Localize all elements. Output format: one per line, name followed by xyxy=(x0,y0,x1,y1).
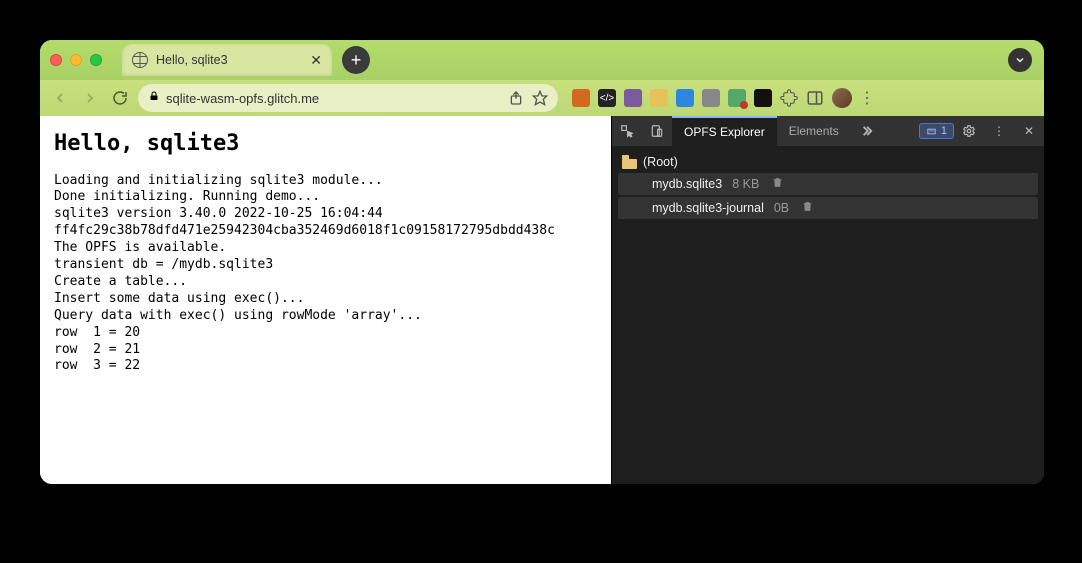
chrome-menu-button[interactable]: ⋮ xyxy=(860,88,874,108)
opfs-file-name: mydb.sqlite3-journal xyxy=(652,201,764,215)
window-zoom-button[interactable] xyxy=(90,54,102,66)
folder-icon xyxy=(622,154,637,169)
devtools-close-icon[interactable]: ✕ xyxy=(1014,116,1044,146)
extension-icon[interactable] xyxy=(702,89,720,107)
extension-icon[interactable] xyxy=(754,89,772,107)
reload-button[interactable] xyxy=(108,86,132,110)
page-viewport: Hello, sqlite3 Loading and initializing … xyxy=(40,116,611,484)
opfs-file-row[interactable]: mydb.sqlite3 8 KB xyxy=(618,173,1038,195)
extension-icon[interactable] xyxy=(650,89,668,107)
favicon-globe-icon xyxy=(132,52,148,68)
toolbar: sqlite-wasm-opfs.glitch.me </> xyxy=(40,80,1044,116)
opfs-file-name: mydb.sqlite3 xyxy=(652,177,722,191)
opfs-file-size: 8 KB xyxy=(732,177,759,191)
page-heading: Hello, sqlite3 xyxy=(54,130,597,159)
devtools-tab-opfs-explorer[interactable]: OPFS Explorer xyxy=(672,116,777,146)
new-tab-button[interactable]: + xyxy=(342,46,370,74)
profile-avatar[interactable] xyxy=(832,88,852,108)
devtools-device-icon[interactable] xyxy=(642,116,672,146)
lock-icon xyxy=(148,89,160,107)
opfs-tree: (Root) mydb.sqlite3 8 KB mydb.sqlite3-jour… xyxy=(612,146,1044,484)
delete-file-icon[interactable] xyxy=(771,176,784,192)
extension-icon[interactable] xyxy=(676,89,694,107)
window-minimize-button[interactable] xyxy=(70,54,82,66)
devtools-tab-elements[interactable]: Elements xyxy=(777,116,851,146)
extensions-puzzle-icon[interactable] xyxy=(780,89,798,107)
nav-back-button[interactable] xyxy=(48,86,72,110)
devtools-more-tabs-icon[interactable] xyxy=(851,116,881,146)
tab-title: Hello, sqlite3 xyxy=(156,53,302,67)
devtools-settings-icon[interactable] xyxy=(954,116,984,146)
extension-icon[interactable] xyxy=(624,89,642,107)
share-icon[interactable] xyxy=(508,90,524,106)
extension-icon[interactable] xyxy=(572,89,590,107)
bookmark-star-icon[interactable] xyxy=(532,90,548,106)
window-close-button[interactable] xyxy=(50,54,62,66)
address-bar[interactable]: sqlite-wasm-opfs.glitch.me xyxy=(138,84,558,112)
devtools-panel: OPFS Explorer Elements 1 ⋮ ✕ xyxy=(611,116,1044,484)
tab-overflow-button[interactable] xyxy=(1008,48,1032,72)
address-url: sqlite-wasm-opfs.glitch.me xyxy=(166,91,502,106)
extension-icon[interactable] xyxy=(728,89,746,107)
window-controls xyxy=(50,54,102,66)
tab-close-button[interactable]: ✕ xyxy=(310,52,322,69)
opfs-root-label: (Root) xyxy=(643,155,678,169)
extensions-row: </> ⋮ xyxy=(572,88,874,108)
opfs-file-row[interactable]: mydb.sqlite3-journal 0B xyxy=(618,197,1038,219)
devtools-menu-icon[interactable]: ⋮ xyxy=(984,116,1014,146)
tab-strip: Hello, sqlite3 ✕ + xyxy=(40,40,1044,80)
content-area: Hello, sqlite3 Loading and initializing … xyxy=(40,116,1044,484)
browser-window: Hello, sqlite3 ✕ + sqlite-wasm-opfs.glit… xyxy=(40,40,1044,484)
issue-count: 1 xyxy=(941,125,947,137)
delete-file-icon[interactable] xyxy=(801,200,814,216)
browser-tab[interactable]: Hello, sqlite3 ✕ xyxy=(122,44,332,76)
devtools-issue-badge[interactable]: 1 xyxy=(919,123,954,139)
opfs-root-row[interactable]: (Root) xyxy=(618,152,1038,171)
opfs-file-size: 0B xyxy=(774,201,789,215)
nav-forward-button[interactable] xyxy=(78,86,102,110)
devtools-inspect-icon[interactable] xyxy=(612,116,642,146)
extension-icon[interactable]: </> xyxy=(598,89,616,107)
devtools-tabbar: OPFS Explorer Elements 1 ⋮ ✕ xyxy=(612,116,1044,146)
page-console-output: Loading and initializing sqlite3 module.… xyxy=(54,173,597,376)
side-panel-icon[interactable] xyxy=(806,89,824,107)
